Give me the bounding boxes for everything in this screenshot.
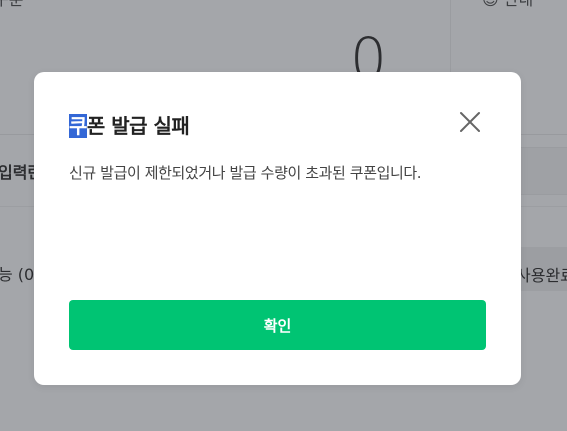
coupon-error-dialog: 쿠폰 발급 실패 신규 발급이 제한되었거나 발급 수량이 초과된 쿠폰입니다.… (34, 72, 521, 385)
dialog-title-selected-char: 쿠 (69, 114, 87, 138)
bg-status-text: 능 (0 (0, 265, 35, 284)
close-button[interactable] (458, 110, 482, 134)
bg-top-right-text: ☺ 안내 (482, 0, 533, 10)
dialog-title-text: 폰 발급 실패 (86, 114, 190, 138)
bg-input-field (520, 147, 567, 195)
bg-status-badge: 사용완료 (516, 266, 567, 285)
dialog-title: 쿠폰 발급 실패 (69, 110, 190, 139)
dialog-message: 신규 발급이 제한되었거나 발급 수량이 초과된 쿠폰입니다. (69, 164, 422, 182)
bg-top-left-text: 구분 (0, 0, 23, 10)
close-icon (460, 112, 480, 132)
confirm-button[interactable]: 확인 (69, 300, 486, 350)
